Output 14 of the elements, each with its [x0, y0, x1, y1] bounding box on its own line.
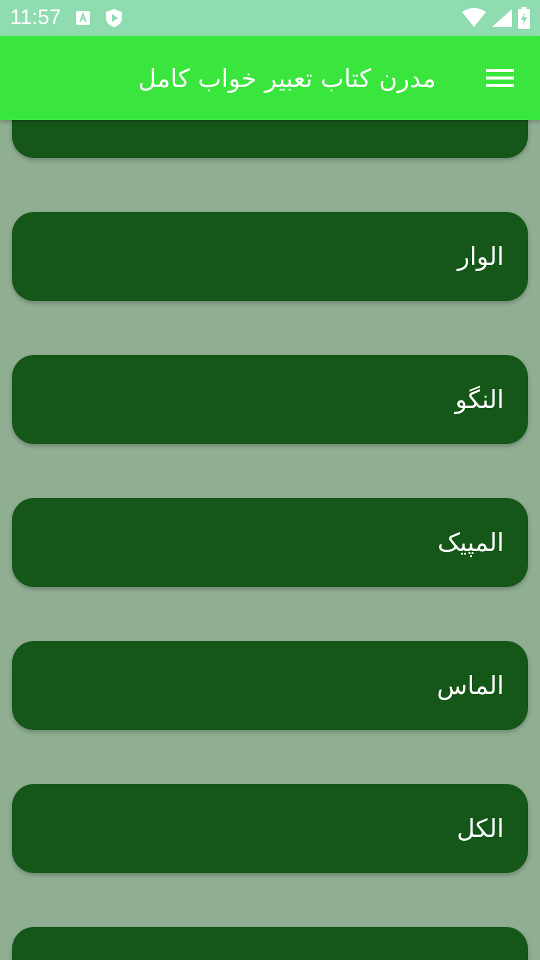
menu-icon — [486, 68, 514, 88]
menu-button[interactable] — [486, 68, 514, 88]
list-item[interactable]: النگو — [12, 355, 528, 444]
status-time: 11:57 — [10, 6, 61, 30]
list-item[interactable]: الماس — [12, 641, 528, 730]
list-item[interactable]: المپیک — [12, 498, 528, 587]
shield-play-icon — [105, 8, 123, 28]
list-item[interactable]: الکل — [12, 784, 528, 873]
keyboard-icon — [75, 10, 91, 26]
list-item[interactable]: الوار — [12, 212, 528, 301]
signal-icon — [492, 9, 512, 27]
wifi-icon — [462, 8, 486, 28]
battery-icon — [518, 7, 530, 29]
app-title: مدرن کتاب تعبیر خواب کامل — [138, 64, 436, 92]
